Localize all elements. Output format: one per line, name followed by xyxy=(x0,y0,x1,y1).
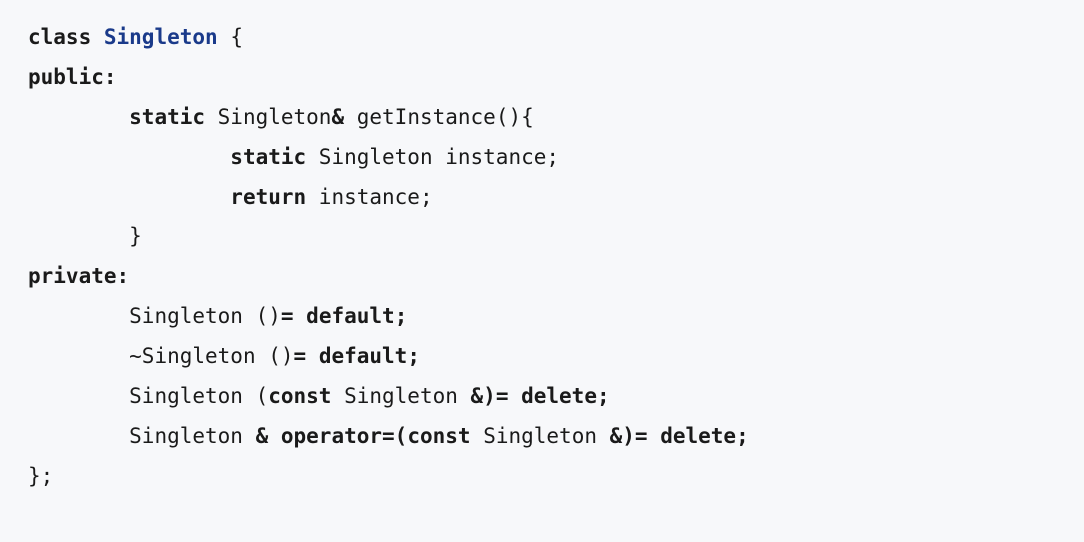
keyword-delete: delete xyxy=(521,384,597,408)
keyword-class: class xyxy=(28,25,91,49)
brace-open: { xyxy=(218,25,243,49)
class-close: }; xyxy=(28,464,53,488)
keyword-static: static xyxy=(230,145,306,169)
copy-constructor-pre: Singleton ( xyxy=(129,384,268,408)
assign-mid: Singleton xyxy=(471,424,610,448)
semicolon: ; xyxy=(395,304,408,328)
keyword-delete: delete xyxy=(660,424,736,448)
class-name: Singleton xyxy=(104,25,218,49)
amp-close: &)= xyxy=(610,424,661,448)
colon: : xyxy=(117,264,130,288)
keyword-private: private xyxy=(28,264,117,288)
equals: = xyxy=(281,304,306,328)
keyword-return: return xyxy=(230,185,306,209)
keyword-default: default xyxy=(319,344,408,368)
code-block: class Singleton { public: static Singlet… xyxy=(28,18,1056,497)
destructor: ~Singleton () xyxy=(129,344,293,368)
return-value: instance; xyxy=(306,185,432,209)
semicolon: ; xyxy=(736,424,749,448)
colon: : xyxy=(104,65,117,89)
return-type: Singleton xyxy=(205,105,331,129)
amp-operator: & operator= xyxy=(256,424,395,448)
instance-decl: Singleton instance; xyxy=(306,145,559,169)
function-close: } xyxy=(129,224,142,248)
equals: = xyxy=(294,344,319,368)
keyword-const: const xyxy=(407,424,470,448)
copy-constructor-mid: Singleton xyxy=(331,384,470,408)
keyword-public: public xyxy=(28,65,104,89)
keyword-default: default xyxy=(306,304,395,328)
constructor: Singleton () xyxy=(129,304,281,328)
paren-open: ( xyxy=(395,424,408,448)
keyword-static: static xyxy=(129,105,205,129)
assign-pre: Singleton xyxy=(129,424,255,448)
keyword-const: const xyxy=(268,384,331,408)
semicolon: ; xyxy=(407,344,420,368)
semicolon: ; xyxy=(597,384,610,408)
amp-close: &)= xyxy=(471,384,522,408)
ampersand: & xyxy=(331,105,356,129)
function-name: getInstance(){ xyxy=(357,105,534,129)
